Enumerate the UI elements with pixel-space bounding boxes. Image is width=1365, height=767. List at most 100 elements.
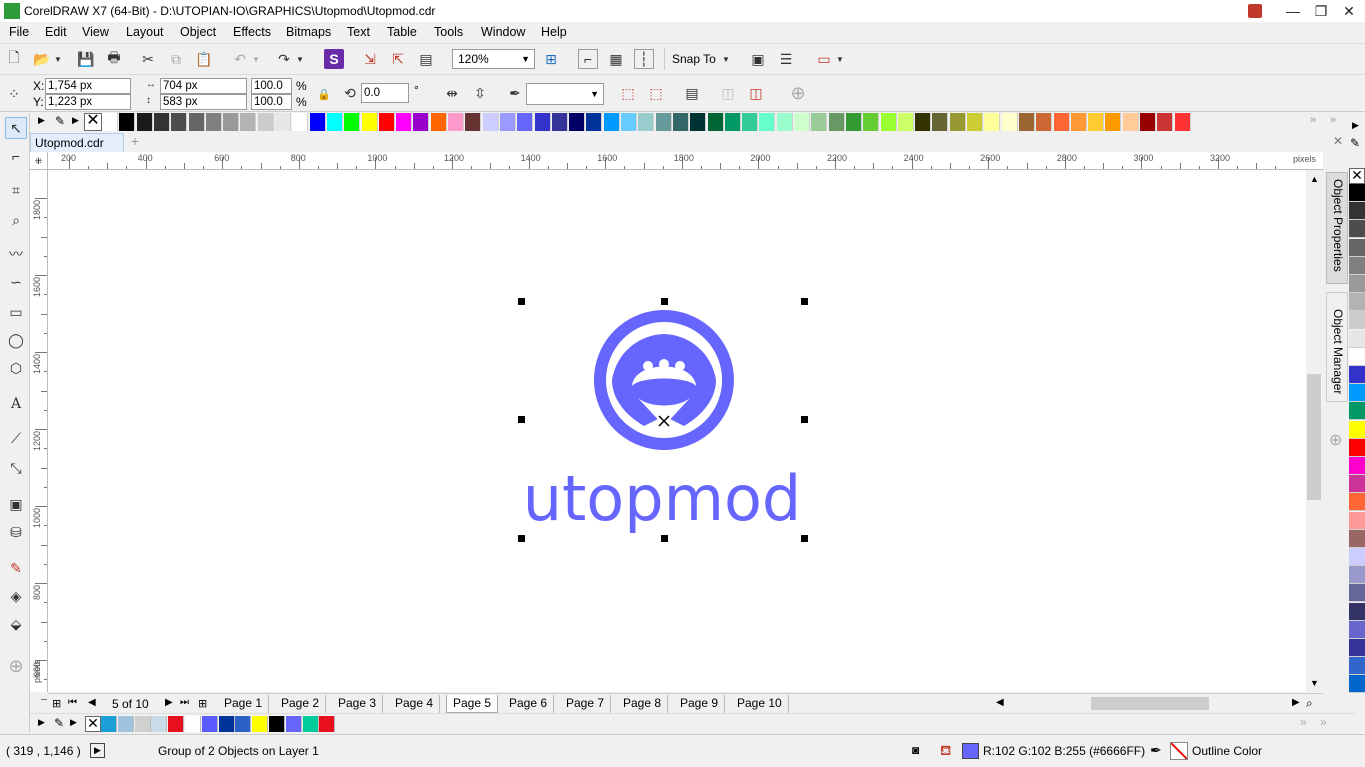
right-palette-swatch[interactable] [1349, 566, 1365, 585]
palette-swatch[interactable] [1053, 113, 1070, 131]
right-palette-swatch[interactable] [1349, 275, 1365, 293]
undo-icon[interactable]: ↶ [230, 49, 250, 69]
export-icon[interactable]: ⇱ [388, 49, 408, 69]
right-palette-swatch[interactable] [1349, 639, 1365, 657]
palette-swatch[interactable] [1140, 113, 1156, 131]
palette-swatch[interactable] [569, 113, 586, 131]
selection-handle-bc[interactable] [661, 535, 668, 542]
palette-swatch[interactable] [119, 113, 136, 131]
doc-no-color-swatch[interactable]: ✕ [85, 716, 101, 732]
document-palette-swatch[interactable] [235, 716, 252, 732]
document-palette-swatch[interactable] [117, 716, 134, 732]
page-tab-5-active[interactable]: Page 5 [446, 695, 499, 713]
page-tab-4[interactable]: Page 4 [389, 695, 441, 713]
color-eyedropper-icon[interactable]: ✎ [5, 557, 27, 579]
right-palette-swatch[interactable] [1349, 347, 1365, 366]
document-palette-swatch[interactable] [168, 716, 185, 732]
palette-swatch[interactable] [448, 113, 464, 131]
right-palette-swatch[interactable] [1349, 457, 1365, 475]
menu-view[interactable]: View [82, 25, 109, 39]
palette-swatch[interactable] [534, 113, 551, 131]
doc-palette-scroll-icon[interactable]: ▶ [70, 717, 77, 728]
menu-table[interactable]: Table [387, 25, 417, 39]
palette-swatch[interactable] [1001, 113, 1018, 131]
doc-palette-scroll-right-icon[interactable]: » [1300, 715, 1307, 729]
snap-to-dropdown-icon[interactable]: ▼ [720, 49, 732, 69]
open-icon[interactable]: 📂 [32, 49, 52, 69]
palette-swatch[interactable] [499, 113, 516, 131]
crop-tool-icon[interactable]: ⌗ [5, 179, 27, 201]
selection-handle-br[interactable] [801, 535, 808, 542]
interactive-fill-icon[interactable]: ◈ [5, 585, 27, 607]
right-palette-swatch[interactable] [1349, 675, 1365, 694]
x-position-input[interactable]: 1,754 px [45, 78, 131, 94]
text-tool-icon[interactable]: A [5, 393, 27, 415]
next-page-icon[interactable]: ▶ [165, 697, 173, 708]
palette-swatch[interactable] [1088, 113, 1105, 131]
close-tab-icon[interactable]: ✕ [1333, 134, 1343, 148]
palette-swatch[interactable] [1018, 113, 1035, 131]
palette-swatch[interactable] [845, 113, 862, 131]
palette-swatch[interactable] [430, 113, 447, 131]
redo-icon[interactable]: ↷ [274, 49, 294, 69]
close-button[interactable]: ✕ [1332, 0, 1365, 22]
search-content-icon[interactable]: S [324, 49, 344, 69]
palette-swatch[interactable] [1157, 113, 1174, 131]
palette-swatch[interactable] [880, 113, 897, 131]
snap-to-menu[interactable]: Snap To [672, 52, 716, 66]
palette-swatch[interactable] [309, 113, 326, 131]
vertical-ruler[interactable]: 1800 1600 1400 1200 1000 800 600 pixels [30, 170, 48, 719]
menu-bitmaps[interactable]: Bitmaps [286, 25, 331, 39]
drop-shadow-icon[interactable]: ▣ [5, 493, 27, 515]
menu-window[interactable]: Window [481, 25, 525, 39]
document-palette-swatch[interactable] [185, 716, 201, 732]
docker-tab-object-properties[interactable]: Object Properties [1326, 172, 1348, 284]
lock-ratio-icon[interactable]: 🔒 [314, 84, 334, 104]
height-input[interactable]: 583 px [160, 94, 247, 110]
artistic-media-icon[interactable]: ∽ [5, 271, 27, 293]
docker-tab-object-manager[interactable]: Object Manager [1326, 292, 1348, 402]
document-palette-swatch[interactable] [302, 716, 319, 732]
palette-swatch[interactable] [915, 113, 932, 131]
ungroup-icon[interactable]: ⬚ [646, 83, 666, 103]
rotation-input[interactable]: 0.0 [361, 83, 409, 103]
menu-text[interactable]: Text [347, 25, 370, 39]
menu-help[interactable]: Help [541, 25, 567, 39]
palette-swatch[interactable] [672, 113, 689, 131]
palette-swatch[interactable] [828, 113, 845, 131]
palette-swatch[interactable] [863, 113, 880, 131]
document-palette-swatch[interactable] [201, 716, 218, 732]
right-palette-swatch[interactable] [1349, 238, 1365, 257]
page-tab-8[interactable]: Page 8 [617, 695, 669, 713]
palette-swatch[interactable] [292, 113, 309, 131]
mirror-vertical-icon[interactable]: ⇳ [470, 83, 490, 103]
scale-height-input[interactable]: 100.0 [251, 94, 292, 110]
palette-swatch[interactable] [102, 113, 118, 131]
palette-scroll-right-icon[interactable]: » [1310, 114, 1316, 126]
page-tab-3[interactable]: Page 3 [332, 695, 384, 713]
add-docker-icon[interactable]: ⊕ [1329, 430, 1342, 450]
alignment-icon[interactable]: ☰ [776, 49, 796, 69]
palette-swatch[interactable] [984, 113, 1001, 131]
new-tab-plus-icon[interactable]: + [126, 133, 144, 152]
menu-object[interactable]: Object [180, 25, 216, 39]
page-tab-1[interactable]: Page 1 [218, 695, 270, 713]
outline-none-swatch[interactable] [1170, 742, 1188, 760]
palette-swatch[interactable] [897, 113, 914, 131]
menu-layout[interactable]: Layout [126, 25, 164, 39]
status-play-icon[interactable]: ▶ [90, 743, 105, 758]
last-page-icon[interactable]: ⏭ [180, 697, 189, 708]
save-icon[interactable]: 💾 [76, 49, 96, 69]
user-icon[interactable] [1238, 0, 1272, 22]
right-palette-swatch[interactable] [1349, 329, 1365, 348]
palette-swatch[interactable] [344, 113, 361, 131]
vertical-scroll-thumb[interactable] [1307, 374, 1321, 500]
palette-swatch[interactable] [638, 113, 655, 131]
palette-swatch[interactable] [586, 113, 603, 131]
polygon-tool-icon[interactable]: ⬡ [5, 357, 27, 379]
document-tab-utopmod[interactable]: Utopmod.cdr [30, 133, 124, 152]
open-dropdown-icon[interactable]: ▼ [52, 49, 64, 69]
right-palette-swatch[interactable] [1349, 584, 1365, 603]
palette-swatch[interactable] [171, 113, 188, 131]
document-palette-swatch[interactable] [252, 716, 269, 732]
